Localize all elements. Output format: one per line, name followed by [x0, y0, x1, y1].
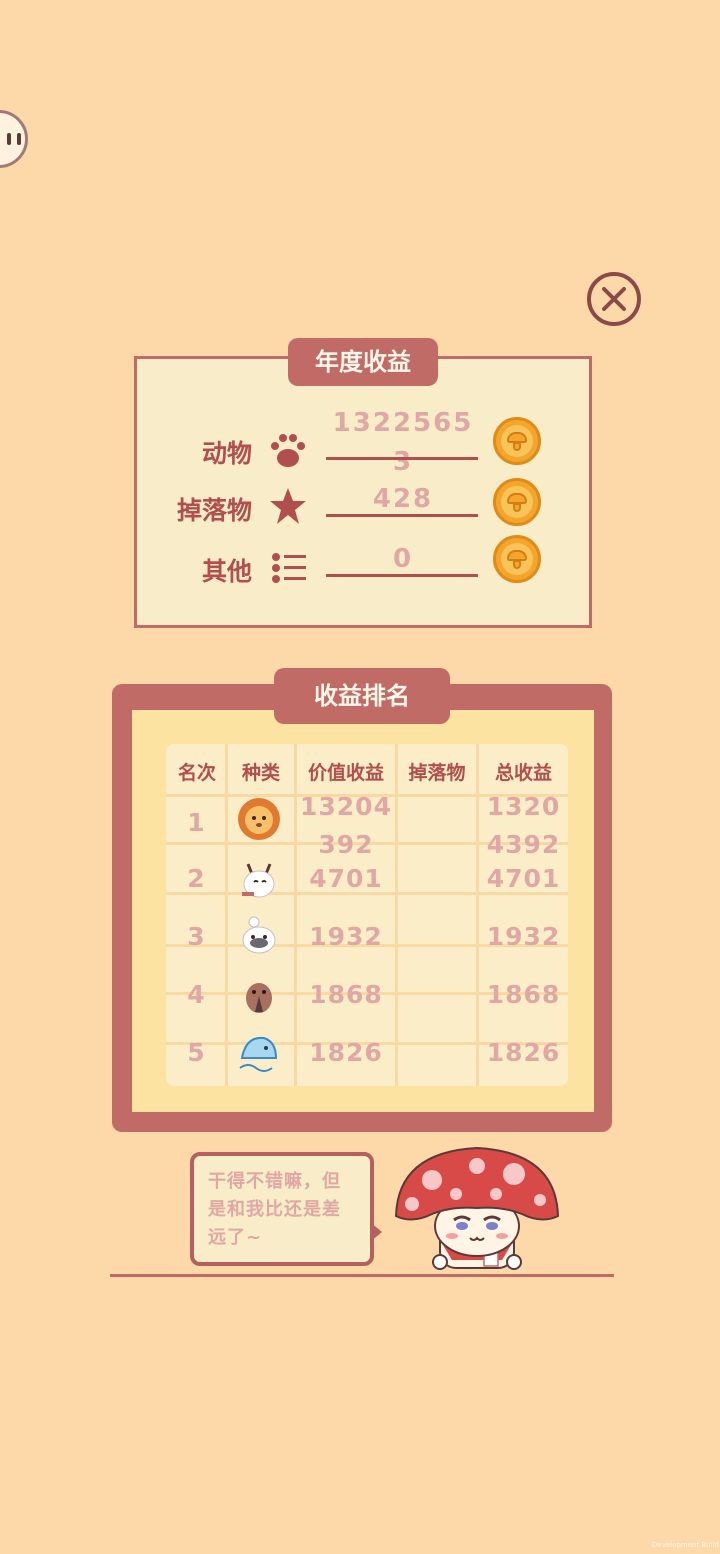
- income-value-animals: 1322565 3: [328, 404, 478, 482]
- mushroom-coin-icon: [493, 417, 541, 465]
- total-income-line1: 1320: [486, 792, 561, 821]
- rank-number: 5: [187, 1038, 205, 1067]
- value-income: 1932: [309, 922, 383, 951]
- total-income: 1320 4392: [479, 788, 568, 864]
- ranking-table[interactable]: 名次 种类 价值收益 掉落物 总收益 1 13204 392 1320 4392…: [166, 744, 568, 1086]
- column-header-drops: 掉落物: [408, 762, 466, 784]
- lion-icon: [238, 798, 280, 840]
- speech-text-line3: 远了~: [208, 1227, 263, 1248]
- chat-icon-dot-right: [17, 133, 21, 145]
- speech-text-line2: 是和我比还是差: [208, 1199, 341, 1220]
- goat-icon: [242, 863, 275, 898]
- mushroom-mascot: [394, 1146, 560, 1270]
- income-label-other: 其他: [201, 557, 252, 586]
- chat-bubble-button[interactable]: [0, 110, 28, 168]
- rank-number: 2: [187, 864, 205, 893]
- kiwi-bird-icon: [246, 983, 272, 1013]
- income-label-animals: 动物: [201, 439, 252, 468]
- income-underline-other: [326, 574, 478, 577]
- list-icon: [272, 553, 306, 583]
- mushroom-coin-icon: [493, 478, 541, 526]
- chat-icon-dot-left: [7, 133, 11, 145]
- rank-number: 1: [187, 808, 205, 837]
- seal-icon: [242, 916, 276, 954]
- paw-icon: [271, 434, 305, 467]
- income-underline-drops: [326, 514, 478, 517]
- ground-divider: [110, 1274, 614, 1277]
- development-build-label: Development Build: [652, 1541, 719, 1549]
- fish-icon: [239, 1036, 278, 1072]
- rank-number: 3: [187, 922, 205, 951]
- annual-income-title: 年度收益: [288, 338, 438, 386]
- total-income: 4701: [486, 864, 561, 893]
- ranking-title: 收益排名: [274, 668, 450, 724]
- income-value-animals-line2: 3: [392, 447, 414, 477]
- column-header-species: 种类: [241, 762, 280, 784]
- value-income: 13204 392: [297, 788, 395, 864]
- rank-number: 4: [187, 980, 205, 1009]
- total-income-line2: 4392: [486, 830, 561, 859]
- speech-bubble-tail: [370, 1222, 382, 1242]
- star-icon: [270, 488, 306, 524]
- close-icon: [602, 287, 626, 311]
- value-income-line1: 13204: [300, 792, 392, 821]
- speech-text: 干得不错嘛，但 是和我比还是差 远了~: [208, 1168, 366, 1252]
- total-income: 1932: [486, 922, 561, 951]
- income-label-drops: 掉落物: [176, 496, 252, 525]
- speech-text-line1: 干得不错嘛，但: [208, 1171, 341, 1192]
- column-header-rank: 名次: [177, 762, 216, 784]
- column-header-value: 价值收益: [307, 762, 384, 784]
- income-value-animals-line1: 1322565: [332, 408, 474, 438]
- income-underline-animals: [326, 457, 478, 460]
- total-income: 1826: [486, 1038, 561, 1067]
- value-income: 4701: [309, 864, 383, 893]
- value-income: 1868: [309, 980, 383, 1009]
- total-income: 1868: [486, 980, 561, 1009]
- value-income: 1826: [309, 1038, 383, 1067]
- close-button[interactable]: [587, 272, 641, 326]
- mushroom-coin-icon: [493, 535, 541, 583]
- column-header-total: 总收益: [494, 762, 552, 784]
- value-income-line2: 392: [318, 830, 374, 859]
